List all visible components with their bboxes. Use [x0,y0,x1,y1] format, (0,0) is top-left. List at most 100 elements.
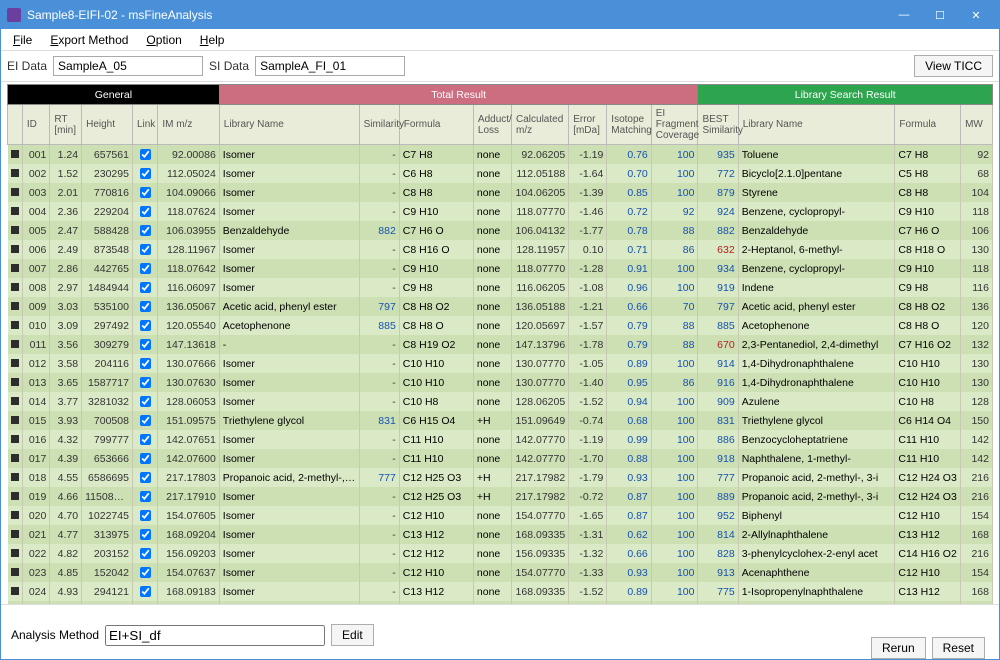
cell-id: 021 [22,525,50,544]
col-best[interactable]: BEST Similarity [698,105,738,145]
table-row[interactable]: 0244.93294121168.09183Isomer-C13 H12none… [8,582,993,601]
cell-link[interactable] [132,335,157,354]
table-row[interactable]: 0164.32799777142.07651Isomer-C11 H10none… [8,430,993,449]
cell-link[interactable] [132,430,157,449]
col-iso[interactable]: Isotope Matching [607,105,651,145]
table-row[interactable]: 0224.82203152156.09203Isomer-C12 H12none… [8,544,993,563]
menu-option[interactable]: Option [138,31,189,49]
col-id[interactable]: ID [22,105,50,145]
col-sim[interactable]: Similarity [359,105,399,145]
si-data-input[interactable] [255,56,405,76]
table-row[interactable]: 0143.773281032128.06053Isomer-C10 H8none… [8,392,993,411]
col-immz[interactable]: IM m/z [158,105,219,145]
menu-help[interactable]: Help [192,31,233,49]
cell-mw: 92 [961,145,993,165]
cell-link[interactable] [132,221,157,240]
cell-libname2: Acetic acid, phenyl ester [738,297,895,316]
col-mw[interactable]: MW [961,105,993,145]
cell-height: 700508 [82,411,133,430]
col-libname[interactable]: Library Name [219,105,359,145]
col-eifrag[interactable]: EI Fragment Coverage [651,105,698,145]
cell-bestsim: 831 [698,411,738,430]
table-row[interactable]: 0052.47588428106.03955Benzaldehyde882C7 … [8,221,993,240]
table-row[interactable]: 0174.39653666142.07600Isomer-C11 H10none… [8,449,993,468]
cell-link[interactable] [132,468,157,487]
col-adduct[interactable]: Adduct/ Loss [473,105,511,145]
cell-libname2: Styrene [738,183,895,202]
reset-button[interactable]: Reset [932,637,985,659]
cell-link[interactable] [132,183,157,202]
ei-data-input[interactable] [53,56,203,76]
cell-error: -1.82 [569,601,607,604]
cell-link[interactable] [132,240,157,259]
table-row[interactable]: 0123.58204116130.07666Isomer-C10 H10none… [8,354,993,373]
cell-link[interactable] [132,164,157,183]
table-row[interactable]: 0194.6611508312217.17910Isomer-C12 H25 O… [8,487,993,506]
close-button[interactable]: ✕ [959,4,993,26]
table-row[interactable]: 0214.77313975168.09204Isomer-C13 H12none… [8,525,993,544]
table-row[interactable]: 0011.2465756192.00086Isomer-C7 H8none92.… [8,145,993,165]
menu-file[interactable]: File [5,31,40,49]
table-row[interactable]: 0204.701022745154.07605Isomer-C12 H10non… [8,506,993,525]
table-row[interactable]: 0133.651587717130.07630Isomer-C10 H10non… [8,373,993,392]
cell-link[interactable] [132,525,157,544]
cell-link[interactable] [132,582,157,601]
cell-link[interactable] [132,601,157,604]
table-row[interactable]: 0184.556586695217.17803Propanoic acid, 2… [8,468,993,487]
cell-mw: 142 [961,430,993,449]
col-link[interactable]: Link [132,105,157,145]
minimize-button[interactable]: — [887,4,921,26]
cell-error: -0.72 [569,487,607,506]
cell-mw: 68 [961,164,993,183]
cell-link[interactable] [132,278,157,297]
cell-bestsim: 670 [698,335,738,354]
table-row[interactable]: 0103.09297492120.05540Acetophenone885C8 … [8,316,993,335]
col-rt[interactable]: RT [min] [50,105,82,145]
col-err[interactable]: Error [mDa] [569,105,607,145]
table-row[interactable]: 0042.36229204118.07624Isomer-C9 H10none1… [8,202,993,221]
cell-link[interactable] [132,392,157,411]
rerun-button[interactable]: Rerun [871,637,926,659]
edit-button[interactable]: Edit [331,624,374,646]
col-formula[interactable]: Formula [399,105,473,145]
table-row[interactable]: 0234.85152042154.07637Isomer-C12 H10none… [8,563,993,582]
table-row[interactable]: 0082.971484944116.06097Isomer-C9 H8none1… [8,278,993,297]
cell-eifrag: 67 [651,601,698,604]
cell-libname2: 1-Isopropenylnaphthalene [738,582,895,601]
maximize-button[interactable]: ☐ [923,4,957,26]
col-height[interactable]: Height [82,105,133,145]
analysis-method-input[interactable] [105,625,325,646]
menu-export[interactable]: Export Method [42,31,136,49]
table-row[interactable]: 0072.86442765118.07642Isomer-C9 H10none1… [8,259,993,278]
cell-link[interactable] [132,297,157,316]
cell-link[interactable] [132,544,157,563]
table-row[interactable]: 0032.01770816104.09066Isomer-C8 H8none10… [8,183,993,202]
col-calc[interactable]: Calculated m/z [512,105,569,145]
cell-id: 007 [22,259,50,278]
table-row[interactable]: 0093.03535100136.05067Acetic acid, pheny… [8,297,993,316]
cell-height: 799777 [82,430,133,449]
cell-link[interactable] [132,202,157,221]
cell-link[interactable] [132,145,157,165]
cell-link[interactable] [132,487,157,506]
cell-calcmz: 168.09335 [512,582,569,601]
cell-link[interactable] [132,316,157,335]
cell-link[interactable] [132,563,157,582]
table-row[interactable]: 0062.49873548128.11967Isomer-C8 H16 Onon… [8,240,993,259]
cell-link[interactable] [132,373,157,392]
cell-adduct: none [473,183,511,202]
cell-formula: C6 H15 O4 [399,411,473,430]
col-libname2[interactable]: Library Name [738,105,895,145]
table-row[interactable]: 0255.58355020166.07588Isomer-C13 H10none… [8,601,993,604]
view-ticc-button[interactable]: View TICC [914,55,993,77]
table-row[interactable]: 0113.56309279147.13618--C8 H19 O2none147… [8,335,993,354]
cell-link[interactable] [132,354,157,373]
table-row[interactable]: 0153.93700508151.09575Triethylene glycol… [8,411,993,430]
cell-link[interactable] [132,411,157,430]
col-formula2[interactable]: Formula [895,105,961,145]
cell-eifrag: 100 [651,278,698,297]
cell-link[interactable] [132,449,157,468]
table-row[interactable]: 0021.52230295112.05024Isomer-C6 H8none11… [8,164,993,183]
cell-link[interactable] [132,259,157,278]
cell-link[interactable] [132,506,157,525]
